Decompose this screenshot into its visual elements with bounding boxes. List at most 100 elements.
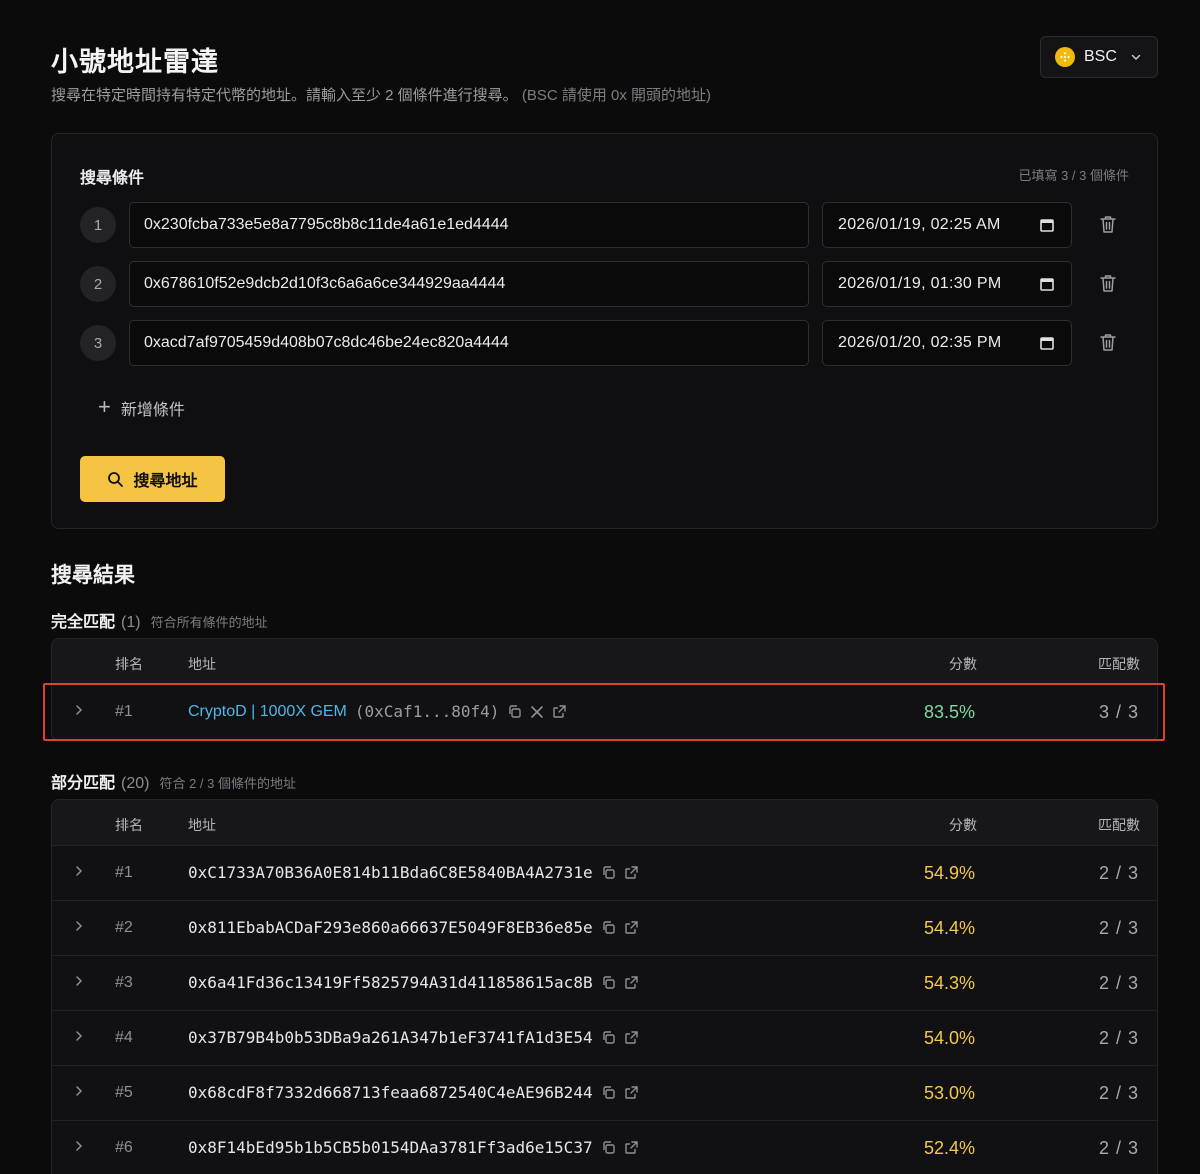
full-match-desc: 符合所有條件的地址 xyxy=(150,615,268,630)
calendar-icon[interactable] xyxy=(1039,335,1055,356)
row-rank: #1 xyxy=(115,703,133,720)
datetime-value: 2026/01/19, 02:25 AM xyxy=(838,216,1001,233)
external-link-icon[interactable] xyxy=(624,865,639,880)
table-header: 排名 地址 分數 匹配數 xyxy=(52,800,1157,846)
copy-icon[interactable] xyxy=(601,1030,616,1045)
row-rank: #4 xyxy=(115,1029,133,1046)
results-title: 搜尋結果 xyxy=(51,564,135,587)
table-row[interactable]: #2 0x811EbabACDaF293e860a66637E5049F8EB3… xyxy=(52,901,1157,956)
partial-match-label: 部分匹配 xyxy=(51,775,116,792)
page-title: 小號地址雷達 xyxy=(51,47,219,77)
external-link-icon[interactable] xyxy=(624,975,639,990)
token-address-input[interactable] xyxy=(129,320,809,366)
condition-number: 2 xyxy=(80,266,116,302)
row-address: 0x811EbabACDaF293e860a66637E5049F8EB36e8… xyxy=(188,918,639,937)
row-score: 54.3% xyxy=(923,973,975,993)
search-conditions-panel: 搜尋條件 已填寫 3 / 3 個條件 1 2026/01/19, 02:25 A… xyxy=(51,133,1158,529)
partial-match-table: 排名 地址 分數 匹配數 #1 0xC1733A70B36A0E814b11Bd… xyxy=(51,799,1158,1174)
external-link-icon[interactable] xyxy=(624,1030,639,1045)
chevron-right-icon[interactable] xyxy=(72,974,86,993)
column-score: 分數 xyxy=(949,817,977,833)
chevron-down-icon xyxy=(1130,51,1142,63)
add-condition-button[interactable]: + 新增條件 xyxy=(98,393,185,420)
row-score: 54.0% xyxy=(923,1028,975,1048)
column-rank: 排名 xyxy=(115,656,143,672)
datetime-input[interactable]: 2026/01/19, 01:30 PM xyxy=(822,261,1072,307)
row-match-count: 2 / 3 xyxy=(1098,1083,1139,1103)
datetime-input[interactable]: 2026/01/20, 02:35 PM xyxy=(822,320,1072,366)
table-row[interactable]: #3 0x6a41Fd36c13419Ff5825794A31d41185861… xyxy=(52,956,1157,1011)
chevron-right-icon[interactable] xyxy=(72,919,86,938)
row-address: 0x68cdF8f7332d668713feaa6872540C4eAE96B2… xyxy=(188,1083,639,1102)
delete-condition-icon[interactable] xyxy=(1099,273,1117,298)
table-row[interactable]: #6 0x8F14bEd95b1b5CB5b0154DAa3781Ff3ad6e… xyxy=(52,1121,1157,1174)
copy-icon[interactable] xyxy=(601,1140,616,1155)
chevron-right-icon[interactable] xyxy=(72,864,86,883)
copy-icon[interactable] xyxy=(601,975,616,990)
wallet-name-link[interactable]: CryptoD | 1000X GEM xyxy=(188,703,347,721)
external-link-icon[interactable] xyxy=(552,704,567,719)
short-address: (0xCaf1...80f4) xyxy=(354,702,500,721)
add-condition-label: 新增條件 xyxy=(120,402,185,419)
wallet-address: 0x811EbabACDaF293e860a66637E5049F8EB36e8… xyxy=(188,918,593,937)
table-row[interactable]: #1 CryptoD | 1000X GEM (0xCaf1...80f4) 8… xyxy=(52,685,1157,740)
table-row[interactable]: #1 0xC1733A70B36A0E814b11Bda6C8E5840BA4A… xyxy=(52,846,1157,901)
row-address: CryptoD | 1000X GEM (0xCaf1...80f4) xyxy=(188,702,567,721)
wallet-address: 0x68cdF8f7332d668713feaa6872540C4eAE96B2… xyxy=(188,1083,593,1102)
condition-row: 3 2026/01/20, 02:35 PM xyxy=(80,320,1140,366)
subtitle-text: 搜尋在特定時間持有特定代幣的地址。請輸入至少 2 個條件進行搜尋。 xyxy=(51,87,518,104)
row-rank: #1 xyxy=(115,864,133,881)
delete-condition-icon[interactable] xyxy=(1099,332,1117,357)
row-rank: #6 xyxy=(115,1139,133,1156)
full-match-count: (1) xyxy=(121,614,141,631)
table-row[interactable]: #4 0x37B79B4b0b53DBa9a261A347b1eF3741fA1… xyxy=(52,1011,1157,1066)
x-twitter-icon[interactable] xyxy=(530,705,544,719)
partial-match-heading: 部分匹配 (20) 符合 2 / 3 個條件的地址 xyxy=(51,769,296,793)
column-address: 地址 xyxy=(188,817,216,833)
row-score: 53.0% xyxy=(923,1083,975,1103)
table-header: 排名 地址 分數 匹配數 xyxy=(52,639,1157,685)
column-address: 地址 xyxy=(188,656,216,672)
row-rank: #2 xyxy=(115,919,133,936)
column-score: 分數 xyxy=(949,656,977,672)
chevron-right-icon[interactable] xyxy=(72,1139,86,1158)
row-match-count: 2 / 3 xyxy=(1098,1138,1139,1158)
condition-row: 1 2026/01/19, 02:25 AM xyxy=(80,202,1140,248)
subtitle-hint: (BSC 請使用 0x 開頭的地址) xyxy=(521,87,712,104)
copy-icon[interactable] xyxy=(601,920,616,935)
row-match-count: 2 / 3 xyxy=(1098,863,1139,883)
row-address: 0x37B79B4b0b53DBa9a261A347b1eF3741fA1d3E… xyxy=(188,1028,639,1047)
calendar-icon[interactable] xyxy=(1039,276,1055,297)
partial-match-count: (20) xyxy=(121,775,150,792)
copy-icon[interactable] xyxy=(601,1085,616,1100)
external-link-icon[interactable] xyxy=(624,1085,639,1100)
column-match: 匹配數 xyxy=(1098,817,1140,833)
condition-number: 1 xyxy=(80,207,116,243)
copy-icon[interactable] xyxy=(507,704,522,719)
chain-selector-button[interactable]: BSC xyxy=(1040,36,1158,78)
column-match: 匹配數 xyxy=(1098,656,1140,672)
chevron-right-icon[interactable] xyxy=(72,703,86,722)
plus-icon: + xyxy=(98,393,111,419)
external-link-icon[interactable] xyxy=(624,920,639,935)
chevron-right-icon[interactable] xyxy=(72,1084,86,1103)
calendar-icon[interactable] xyxy=(1039,217,1055,238)
row-address: 0x8F14bEd95b1b5CB5b0154DAa3781Ff3ad6e15C… xyxy=(188,1138,639,1157)
full-match-table: 排名 地址 分數 匹配數 #1 CryptoD | 1000X GEM (0xC… xyxy=(51,638,1158,741)
row-score: 54.4% xyxy=(923,918,975,938)
chevron-right-icon[interactable] xyxy=(72,1029,86,1048)
delete-condition-icon[interactable] xyxy=(1099,214,1117,239)
row-match-count: 2 / 3 xyxy=(1098,1028,1139,1048)
external-link-icon[interactable] xyxy=(624,1140,639,1155)
table-row[interactable]: #5 0x68cdF8f7332d668713feaa6872540C4eAE9… xyxy=(52,1066,1157,1121)
token-address-input[interactable] xyxy=(129,202,809,248)
full-match-heading: 完全匹配 (1) 符合所有條件的地址 xyxy=(51,608,268,632)
row-address: 0x6a41Fd36c13419Ff5825794A31d411858615ac… xyxy=(188,973,639,992)
datetime-input[interactable]: 2026/01/19, 02:25 AM xyxy=(822,202,1072,248)
token-address-input[interactable] xyxy=(129,261,809,307)
search-address-button[interactable]: 搜尋地址 xyxy=(80,456,225,502)
partial-rows: #1 0xC1733A70B36A0E814b11Bda6C8E5840BA4A… xyxy=(52,846,1157,1174)
wallet-address: 0x6a41Fd36c13419Ff5825794A31d411858615ac… xyxy=(188,973,593,992)
condition-number: 3 xyxy=(80,325,116,361)
copy-icon[interactable] xyxy=(601,865,616,880)
